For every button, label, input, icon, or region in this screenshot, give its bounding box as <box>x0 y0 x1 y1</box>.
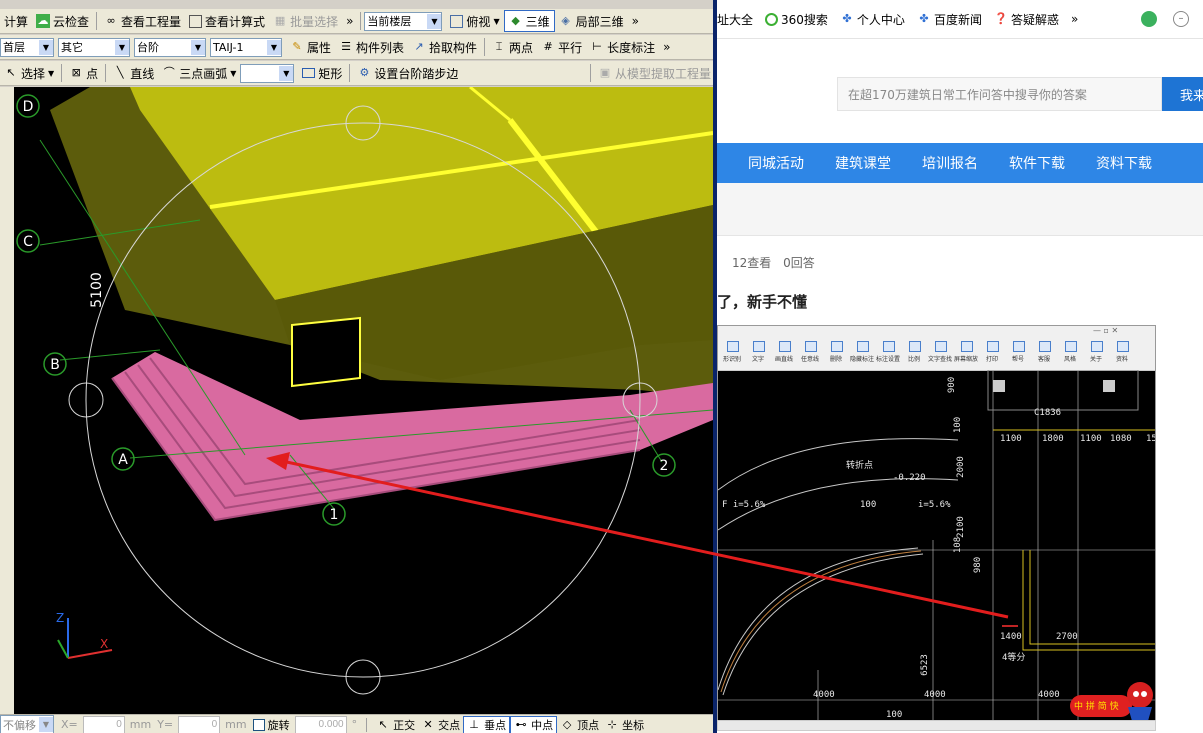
arrowhead-icon <box>266 452 290 470</box>
annotation-arrow-layer <box>266 452 1009 619</box>
red-annotation-arrow <box>281 459 1009 619</box>
